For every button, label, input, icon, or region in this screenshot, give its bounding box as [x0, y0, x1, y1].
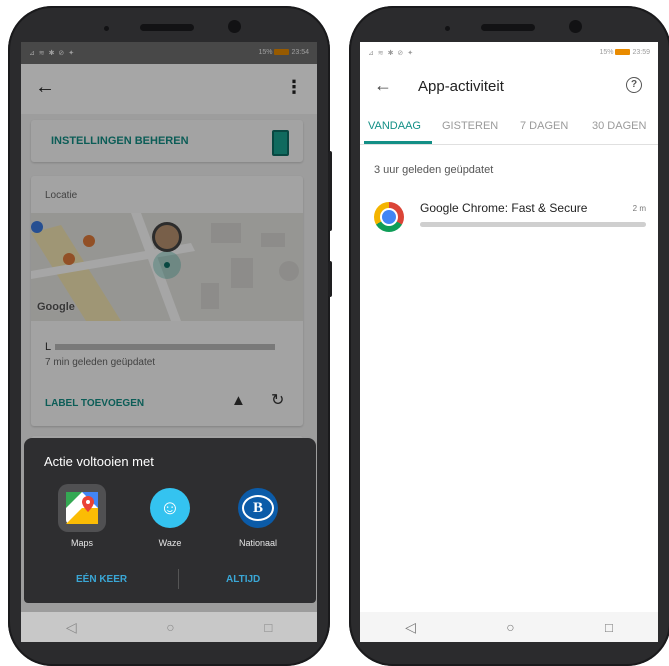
app-name: Google Chrome: Fast & Secure — [420, 201, 588, 215]
app-bar: ← ⋮ — [21, 64, 317, 114]
location-map[interactable]: Google — [31, 213, 303, 321]
manage-settings-card[interactable]: INSTELLINGEN BEHEREN — [31, 120, 303, 162]
sheet-title: Actie voltooien met — [44, 454, 154, 469]
back-nav-icon[interactable]: ◁ — [66, 619, 77, 636]
always-button[interactable]: ALTIJD — [226, 574, 260, 585]
usage-bar-track — [420, 222, 646, 227]
right-screen: ⊿ ≋ ✱ ⊘ ✦ 15% 23:59 ← App-activiteit ? VA… — [360, 42, 658, 642]
front-camera — [569, 20, 582, 33]
waze-icon[interactable]: ☺ — [146, 484, 194, 532]
waze-label: Waze — [158, 538, 182, 548]
status-bar: ⊿ ≋ ✱ ⊘ ✦ 15% 23:54 — [21, 42, 317, 64]
chrome-icon — [374, 202, 404, 232]
navigate-icon[interactable]: ▲ — [231, 392, 246, 409]
sensor-dot — [445, 26, 450, 31]
app-duration: 2 m — [632, 204, 646, 213]
overflow-menu-icon[interactable]: ⋮ — [285, 77, 303, 98]
device-icon — [272, 130, 289, 156]
google-maps-icon[interactable] — [58, 484, 106, 532]
battery-icon — [615, 49, 631, 55]
app-row[interactable]: Google Chrome: Fast & Secure 2 m — [360, 192, 658, 236]
home-nav-icon[interactable]: ○ — [166, 619, 174, 635]
location-updated: 7 min geleden geüpdatet — [45, 357, 156, 368]
manage-settings-label: INSTELLINGEN BEHEREN — [51, 135, 189, 147]
nmbs-icon[interactable]: B — [234, 484, 282, 532]
nav-bar: ◁ ○ □ — [21, 612, 317, 642]
status-right: 15% 23:54 — [258, 49, 309, 56]
tab-active-indicator — [364, 141, 432, 144]
volume-button — [328, 151, 332, 231]
nav-bar: ◁ ○ □ — [360, 612, 658, 642]
tab-vandaag[interactable]: VANDAAG — [368, 120, 421, 132]
app-bar: ← App-activiteit ? — [360, 64, 658, 110]
address-redacted — [55, 344, 275, 350]
action-sheet: Actie voltooien met Maps ☺ Waze B Nation… — [24, 438, 316, 603]
status-bar: ⊿ ≋ ✱ ⊘ ✦ 15% 23:59 — [360, 42, 658, 64]
status-icons: ⊿ ≋ ✱ ⊘ ✦ — [29, 50, 76, 57]
home-nav-icon[interactable]: ○ — [506, 619, 514, 635]
right-phone: ⊿ ≋ ✱ ⊘ ✦ 15% 23:59 ← App-activiteit ? VA… — [349, 6, 669, 666]
location-title: Locatie — [45, 190, 78, 201]
maps-label: Maps — [70, 538, 93, 548]
tab-gisteren[interactable]: GISTEREN — [442, 120, 498, 132]
page-title: App-activiteit — [418, 78, 504, 95]
usage-bar-fill — [420, 222, 646, 227]
nationaal-label: Nationaal — [238, 538, 278, 548]
front-camera — [228, 20, 241, 33]
status-icons: ⊿ ≋ ✱ ⊘ ✦ — [368, 50, 415, 57]
battery-icon — [274, 49, 290, 55]
tab-30-dagen[interactable]: 30 DAGEN — [592, 120, 646, 132]
left-phone: ⊿ ≋ ✱ ⊘ ✦ 15% 23:54 ← ⋮ INSTELLINGEN BEHE… — [8, 6, 332, 666]
tab-bar: VANDAAG GISTEREN 7 DAGEN 30 DAGEN — [360, 110, 658, 145]
back-nav-icon[interactable]: ◁ — [405, 619, 416, 636]
updated-text: 3 uur geleden geüpdatet — [374, 164, 494, 176]
back-arrow-icon[interactable]: ← — [374, 75, 392, 96]
refresh-icon[interactable]: ↻ — [271, 390, 284, 410]
sheet-divider — [178, 569, 179, 589]
power-button — [328, 261, 332, 297]
status-right: 15% 23:59 — [599, 49, 650, 56]
earpiece-speaker — [481, 24, 535, 31]
earpiece-speaker — [140, 24, 194, 31]
google-logo: Google — [37, 301, 75, 313]
tab-7-dagen[interactable]: 7 DAGEN — [520, 120, 568, 132]
location-address: L — [45, 341, 52, 353]
recents-nav-icon[interactable]: □ — [264, 620, 272, 635]
location-card: Locatie Google L 7 min geleden geüpdatet… — [31, 176, 303, 426]
help-icon[interactable]: ? — [626, 77, 642, 93]
recents-nav-icon[interactable]: □ — [605, 620, 613, 635]
sensor-dot — [104, 26, 109, 31]
add-label-button[interactable]: LABEL TOEVOEGEN — [45, 398, 144, 409]
once-button[interactable]: EÉN KEER — [76, 574, 127, 585]
back-arrow-icon[interactable]: ← — [35, 76, 55, 99]
